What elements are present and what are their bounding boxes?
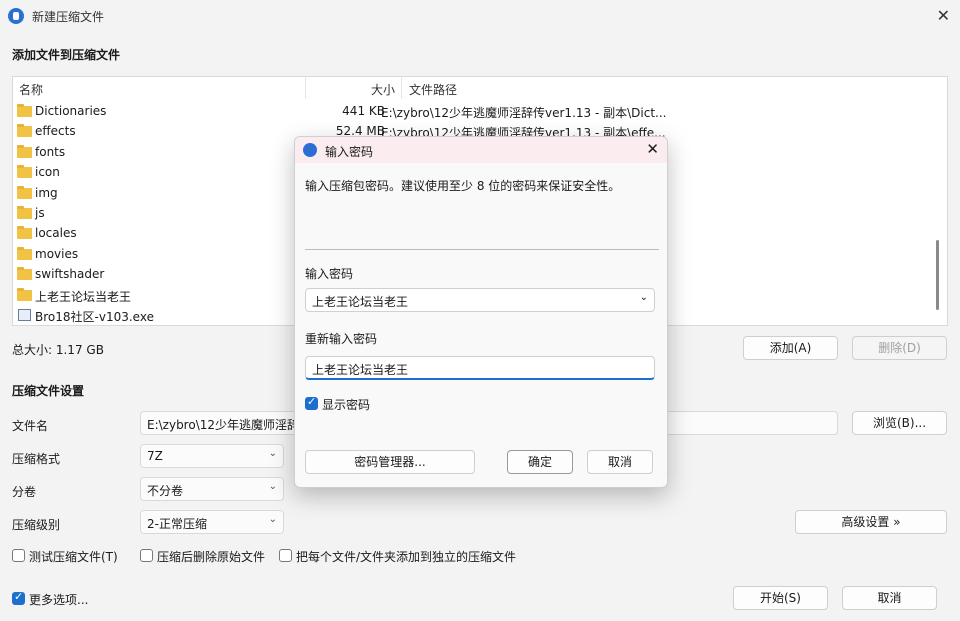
folder-icon [17,104,32,117]
advanced-settings-button[interactable]: 高级设置 » [795,510,947,534]
dialog-titlebar: 输入密码 ✕ [295,137,667,163]
list-scrollbar[interactable] [936,240,939,310]
cancel-button[interactable]: 取消 [842,586,937,610]
window-titlebar: 新建压缩文件 ✕ [0,0,960,32]
row-path: E:\zybro\12少年逃魔师淫辞传ver1.13 - 副本\Dict... [381,106,667,120]
format-select[interactable]: 7Z ⌄ [140,444,284,468]
separate-archives-label: 把每个文件/文件夹添加到独立的压缩文件 [296,550,517,564]
row-name: fonts [35,144,66,159]
show-password-checkbox[interactable] [305,395,318,410]
format-label: 压缩格式 [12,452,61,466]
column-path[interactable]: 文件路径 [409,81,457,98]
column-size[interactable]: 大小 [371,81,395,98]
chevron-down-icon: ⌄ [268,448,277,459]
row-name: swiftshader [35,267,105,282]
reenter-password-input[interactable]: 上老王论坛当老王 [305,356,655,380]
password-value: 上老王论坛当老王 [312,295,409,309]
app-icon [303,143,317,157]
chevron-down-icon: ⌄ [268,514,277,525]
password-dialog: 输入密码 ✕ 输入压缩包密码。建议使用至少 8 位的密码来保证安全性。 输入密码… [294,136,668,488]
dialog-description: 输入压缩包密码。建议使用至少 8 位的密码来保证安全性。 [305,179,621,193]
more-options-label: 更多选项... [29,593,89,607]
row-name: Dictionaries [35,104,107,118]
row-name: movies [35,246,79,261]
folder-icon [17,287,32,301]
delete-after-checkbox[interactable] [140,549,153,562]
add-button[interactable]: 添加(A) [743,336,838,360]
folder-icon [17,144,32,158]
row-name: effects [35,124,76,139]
dialog-title: 输入密码 [325,145,374,159]
row-name: icon [35,165,60,180]
test-archive-checkbox[interactable] [12,549,25,562]
folder-icon [17,246,32,260]
row-name: 上老王论坛当老王 [35,289,132,304]
settings-heading: 压缩文件设置 [12,384,85,398]
format-value: 7Z [147,449,163,463]
row-name: locales [35,226,77,241]
folder-icon [17,206,32,219]
divider [305,249,659,250]
filename-label: 文件名 [12,419,49,433]
delete-after-label: 压缩后删除原始文件 [157,550,266,564]
row-name: Bro18社区-v103.exe [35,310,154,324]
row-name: js [35,206,45,220]
delete-button[interactable]: 删除(D) [852,336,947,360]
split-select[interactable]: 不分卷 ⌄ [140,477,284,501]
app-icon [8,8,24,24]
ok-button[interactable]: 确定 [507,450,573,474]
chevron-down-icon: ⌄ [268,481,277,492]
test-archive-label: 测试压缩文件(T) [29,550,118,564]
level-select[interactable]: 2-正常压缩 ⌄ [140,510,284,534]
exe-file-icon [18,309,31,321]
chevron-down-icon[interactable]: ⌄ [640,292,648,303]
folder-icon [17,226,32,240]
level-label: 压缩级别 [12,518,61,532]
column-divider [305,77,306,99]
level-value: 2-正常压缩 [147,517,207,531]
folder-icon [17,124,32,138]
more-options-checkbox[interactable] [12,590,25,605]
split-value: 不分卷 [147,484,184,498]
row-size: 441 KB [342,104,385,118]
password-input[interactable]: 上老王论坛当老王 ⌄ [305,288,655,312]
browse-button[interactable]: 浏览(B)... [852,411,947,435]
start-button[interactable]: 开始(S) [733,586,828,610]
folder-icon [17,165,32,179]
split-label: 分卷 [12,485,37,499]
password-label: 输入密码 [305,267,354,281]
close-icon[interactable]: ✕ [646,140,659,158]
table-row[interactable]: Dictionaries 441 KB E:\zybro\12少年逃魔师淫辞传ver… [17,101,937,121]
close-icon[interactable]: ✕ [937,6,950,25]
folder-icon [17,267,32,281]
add-files-heading: 添加文件到压缩文件 [12,48,121,62]
folder-icon [17,185,32,199]
show-password-label: 显示密码 [322,398,371,412]
separate-archives-checkbox[interactable] [279,549,292,562]
total-size: 总大小: 1.17 GB [12,343,104,357]
column-divider [401,77,402,99]
column-name[interactable]: 名称 [19,81,43,98]
window-title: 新建压缩文件 [32,10,105,24]
row-name: img [35,185,58,200]
password-manager-button[interactable]: 密码管理器... [305,450,475,474]
reenter-password-label: 重新输入密码 [305,332,378,346]
dialog-cancel-button[interactable]: 取消 [587,450,653,474]
